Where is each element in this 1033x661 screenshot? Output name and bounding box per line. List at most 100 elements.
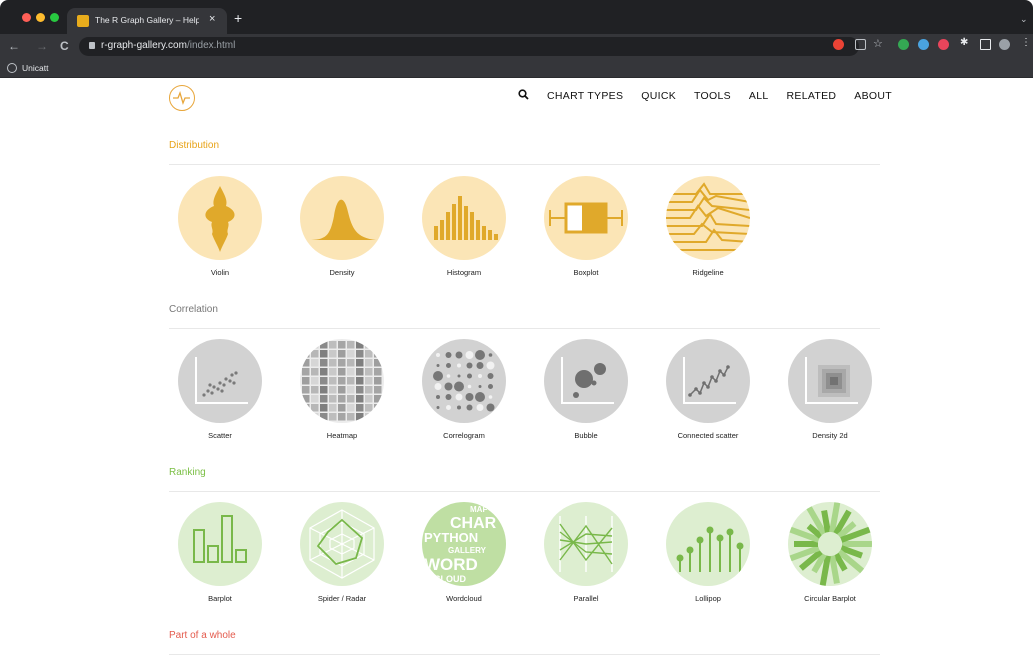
extension-icon[interactable] [918,39,929,50]
forward-icon[interactable]: → [36,39,48,53]
ridgeline-icon [666,176,750,260]
heatmap-cell [320,404,328,412]
share-icon[interactable] [855,39,866,50]
heatmap-cell [338,386,346,394]
section-divider [169,491,880,492]
correlogram-dot [488,395,493,399]
back-icon[interactable]: ← [8,39,20,53]
heatmap-cell [374,413,382,421]
search-icon[interactable] [518,89,529,103]
correlogram-dot [476,404,484,411]
item-label: Barplot [208,594,232,603]
boxplot-icon [544,176,628,260]
browser-tab[interactable]: The R Graph Gallery – Help an × [67,8,227,34]
heatmap-cell [311,386,319,394]
item-label: Density 2d [812,431,848,440]
heatmap-cell [347,368,355,376]
heatmap-cell [329,395,337,403]
nav-related[interactable]: RELATED [787,90,837,102]
heatmap-cell [311,395,319,403]
nav-all[interactable]: ALL [749,90,769,102]
heatmap-cell [302,368,310,376]
heatmap-cell [347,413,355,421]
address-bar[interactable]: r-graph-gallery.com/index.html [79,37,859,56]
heatmap-cell [374,359,382,367]
correlogram-dot [465,351,474,359]
heatmap-cell [374,368,382,376]
new-tab-button[interactable]: + [234,11,242,25]
correlogram-dot [475,392,485,402]
reload-icon[interactable]: C [60,39,69,53]
heatmap-cell [356,341,364,349]
menu-icon[interactable]: ⋮ [1021,37,1032,48]
bubble-icon [544,339,628,423]
heatmap-cell [356,395,364,403]
heatmap-cell [302,395,310,403]
heatmap-cell [320,377,328,385]
correlogram-dot [446,363,451,368]
correlogram-dot [457,363,461,368]
heatmap-cell [374,350,382,358]
bookmark-star-icon[interactable]: ☆ [873,37,884,50]
heatmap-cell [302,413,310,421]
correlogram-dot [466,404,473,411]
heatmap-cell [374,395,382,403]
heatmap-cell [311,413,319,421]
heatmap-cell [356,350,364,358]
pocket-icon[interactable] [938,39,949,50]
heatmap-cell [338,359,346,367]
item-label: Circular Barplot [804,594,856,603]
item-label: Violin [210,268,230,277]
maximize-window-button[interactable] [50,13,59,22]
correlogram-dot [444,382,453,391]
heatmap-cell [302,404,310,412]
tab-close-icon[interactable]: × [209,13,215,25]
puzzle-icon[interactable]: ✱ [960,37,971,48]
item-label: Lollipop [695,594,721,603]
tab-search-icon[interactable]: ⌄ [1020,14,1028,25]
wordcloud-word: PYTHON [424,530,478,545]
item-label: Spider / Radar [317,594,367,603]
nav-chart-types[interactable]: CHART TYPES [547,90,623,102]
bookmark-unicatt[interactable]: Unicatt [22,63,48,73]
heatmap-cell [329,377,337,385]
heatmap-cell [347,350,355,358]
section-title-distribution: Distribution [169,140,220,151]
nav-quick[interactable]: QUICK [641,90,676,102]
heatmap-cell [320,386,328,394]
correlogram-dot [486,361,495,370]
heatmap-cell [356,368,364,376]
heatmap-cell [320,359,328,367]
correlogram-dot [467,373,472,379]
correlogram-dot [436,353,440,357]
drive-icon[interactable] [898,39,909,50]
heatmap-cell [338,341,346,349]
heatmap-cell [356,386,364,394]
heatmap-cell [320,395,328,403]
nav-tools[interactable]: TOOLS [694,90,731,102]
heatmap-cell [311,350,319,358]
heatmap-cell [329,404,337,412]
heatmap-cell [302,341,310,349]
circular-barplot-icon [788,502,872,586]
google-icon[interactable] [833,39,844,50]
heatmap-cell [311,404,319,412]
heatmap-cell [365,350,373,358]
correlogram-dot [436,406,440,409]
profile-avatar[interactable] [999,39,1010,50]
heatmap-cell [329,359,337,367]
minimize-window-button[interactable] [36,13,45,22]
page: CHART TYPES QUICK TOOLS ALL RELATED ABOU… [0,78,1033,661]
heatmap-cell [320,341,328,349]
site-logo[interactable] [169,85,195,111]
sidepanel-icon[interactable] [980,39,991,50]
item-label: Wordcloud [446,594,482,603]
section-divider [169,328,880,329]
heatmap-cell [365,341,373,349]
nav-about[interactable]: ABOUT [854,90,892,102]
heatmap-cell [302,386,310,394]
close-window-button[interactable] [22,13,31,22]
heatmap-cell [347,395,355,403]
circular-bar-center [819,533,841,555]
correlogram-dot [478,374,482,378]
